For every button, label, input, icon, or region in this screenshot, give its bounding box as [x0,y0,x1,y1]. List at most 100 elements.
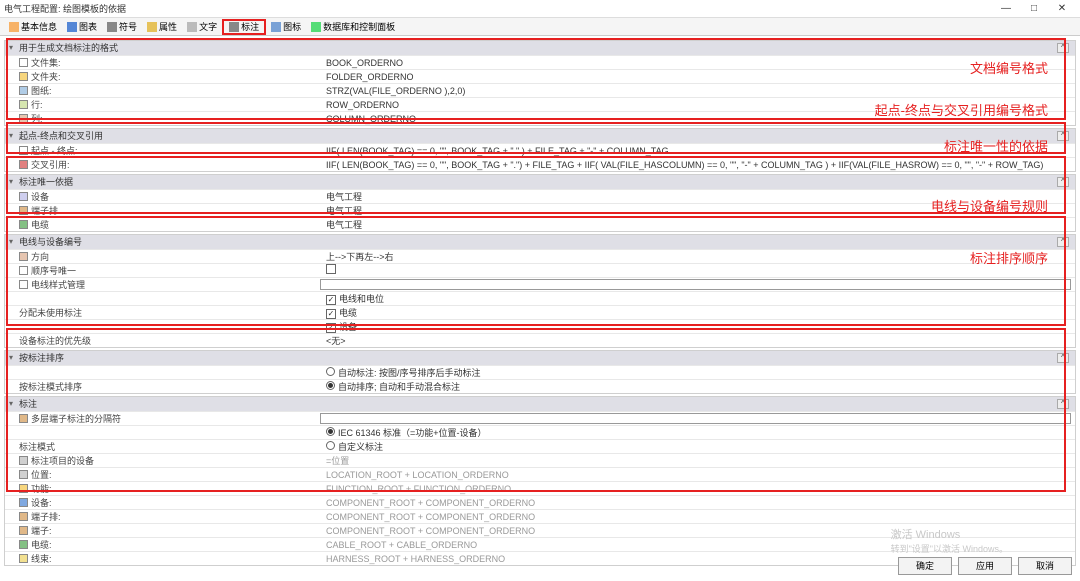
row-device2[interactable]: 设备:COMPONENT_ROOT + COMPONENT_ORDERNO [5,495,1075,509]
wirestyle-icon [19,280,28,289]
tab-symbol[interactable]: 符号 [102,19,142,35]
section-header[interactable]: ▾按标注排序^ [5,351,1075,365]
ok-button[interactable]: 确定 [898,557,952,575]
section-header[interactable]: ▾标注唯一依据^ [5,175,1075,189]
collapse-button[interactable]: ^ [1057,43,1069,53]
order-icon [19,266,28,275]
row-icon [19,100,28,109]
collapse-button[interactable]: ^ [1057,399,1069,409]
harness-icon [19,554,28,563]
window-title: 电气工程配置: 绘图模板的依据 [4,2,992,15]
xref-icon [19,160,28,169]
minimize-button[interactable]: — [992,1,1020,17]
checkbox-device[interactable]: ✓ [326,323,336,333]
tab-pic[interactable]: 图标 [266,19,306,35]
caret-icon: ▾ [9,235,17,249]
row-col[interactable]: 列:COLUMN_ORDERNO [5,111,1075,125]
chart-icon [67,22,77,32]
book-icon [19,58,28,67]
tab-control[interactable]: 数据库和控制面板 [306,19,400,35]
row-tagmode2: 标注模式自定义标注 [5,439,1075,453]
section-header[interactable]: ▾标注^ [5,397,1075,411]
proj-icon [19,456,28,465]
row-alloc1: ✓电线和电位 [5,291,1075,305]
collapse-button[interactable]: ^ [1057,237,1069,247]
collapse-button[interactable]: ^ [1057,177,1069,187]
cable-icon [19,220,28,229]
row-function[interactable]: 功能:FUNCTION_ROOT + FUNCTION_ORDERNO [5,481,1075,495]
section-header[interactable]: ▾起点-终点和交叉引用^ [5,129,1075,143]
row-proj[interactable]: 标注项目的设备=位置 [5,453,1075,467]
basic-icon [9,22,19,32]
row-xref[interactable]: 交叉引用:IIF( LEN(BOOK_TAG) == 0, "", BOOK_T… [5,157,1075,171]
row-sortmode2: 按标注模式排序自动排序; 自动和手动混合标注 [5,379,1075,393]
row-priority[interactable]: 设备标注的优先级<无> [5,333,1075,347]
radio-auto2[interactable] [326,381,335,390]
footer: 确定 应用 取消 [898,557,1072,575]
toolbar: 基本信息 图表 符号 属性 文字 标注 图标 数据库和控制面板 [0,18,1080,36]
row-book[interactable]: 文件集:BOOK_ORDERNO [5,55,1075,69]
tab-mark[interactable]: 标注 [222,19,266,35]
cancel-button[interactable]: 取消 [1018,557,1072,575]
caret-icon: ▾ [9,41,17,55]
wire-style-input[interactable] [320,279,1071,290]
row-terminal[interactable]: 端子排电气工程 [5,203,1075,217]
col-icon [19,114,28,123]
row-sortmode1: 自动标注: 按图/序号排序后手动标注 [5,365,1075,379]
termstrip-icon [19,512,28,521]
row-alloc3: ✓设备 [5,319,1075,333]
section-header[interactable]: ▾用于生成文档标注的格式^ [5,41,1075,55]
watermark: 激活 Windows 转到"设置"以激活 Windows。 [891,526,1008,555]
row-wire-style[interactable]: 电线样式管理 [5,277,1075,291]
row-folder[interactable]: 文件夹:FOLDER_ORDERNO [5,69,1075,83]
row-order-unique[interactable]: 顺序号唯一 [5,263,1075,277]
location-icon [19,470,28,479]
row-termstrip[interactable]: 端子排:COMPONENT_ROOT + COMPONENT_ORDERNO [5,509,1075,523]
row-row[interactable]: 行:ROW_ORDERNO [5,97,1075,111]
apply-button[interactable]: 应用 [958,557,1012,575]
collapse-button[interactable]: ^ [1057,353,1069,363]
folder-icon [19,72,28,81]
close-button[interactable]: ✕ [1048,1,1076,17]
checkbox-wire[interactable]: ✓ [326,295,336,305]
section-crossref: ▾起点-终点和交叉引用^ 起点 - 终点:IIF( LEN(BOOK_TAG) … [4,128,1076,172]
tab-text[interactable]: 文字 [182,19,222,35]
row-direction[interactable]: 方向上-->下再左-->右 [5,249,1075,263]
row-sheet[interactable]: 图纸:STRZ(VAL(FILE_ORDERNO ),2,0) [5,83,1075,97]
text-icon [187,22,197,32]
collapse-button[interactable]: ^ [1057,131,1069,141]
row-alloc2: 分配未使用标注✓电缆 [5,305,1075,319]
direction-icon [19,252,28,261]
checkbox-cable[interactable]: ✓ [326,309,336,319]
tab-attr[interactable]: 属性 [142,19,182,35]
cable2-icon [19,540,28,549]
section-header[interactable]: ▾电线与设备编号^ [5,235,1075,249]
title-bar: 电气工程配置: 绘图模板的依据 — □ ✕ [0,0,1080,18]
content: ▾用于生成文档标注的格式^ 文件集:BOOK_ORDERNO 文件夹:FOLDE… [0,36,1080,572]
tab-chart[interactable]: 图表 [62,19,102,35]
term2-icon [19,526,28,535]
multilevel-icon [19,414,28,423]
tab-basic[interactable]: 基本信息 [4,19,62,35]
row-origin[interactable]: 起点 - 终点:IIF( LEN(BOOK_TAG) == 0, "", BOO… [5,143,1075,157]
radio-iec[interactable] [326,427,335,436]
device2-icon [19,498,28,507]
caret-icon: ▾ [9,351,17,365]
section-sort: ▾按标注排序^ 自动标注: 按图/序号排序后手动标注 按标注模式排序自动排序; … [4,350,1076,394]
row-cable[interactable]: 电缆电气工程 [5,217,1075,231]
multilevel-input[interactable] [320,413,1071,424]
radio-custom[interactable] [326,441,335,450]
row-multilevel[interactable]: 多层端子标注的分隔符 [5,411,1075,425]
row-device[interactable]: 设备电气工程 [5,189,1075,203]
control-icon [311,22,321,32]
symbol-icon [107,22,117,32]
section-unique: ▾标注唯一依据^ 设备电气工程 端子排电气工程 电缆电气工程 [4,174,1076,232]
radio-auto1[interactable] [326,367,335,376]
checkbox-order[interactable] [326,264,336,274]
caret-icon: ▾ [9,397,17,411]
maximize-button[interactable]: □ [1020,1,1048,17]
row-location[interactable]: 位置:LOCATION_ROOT + LOCATION_ORDERNO [5,467,1075,481]
section-wire-numbering: ▾电线与设备编号^ 方向上-->下再左-->右 顺序号唯一 电线样式管理 ✓电线… [4,234,1076,348]
function-icon [19,484,28,493]
attr-icon [147,22,157,32]
